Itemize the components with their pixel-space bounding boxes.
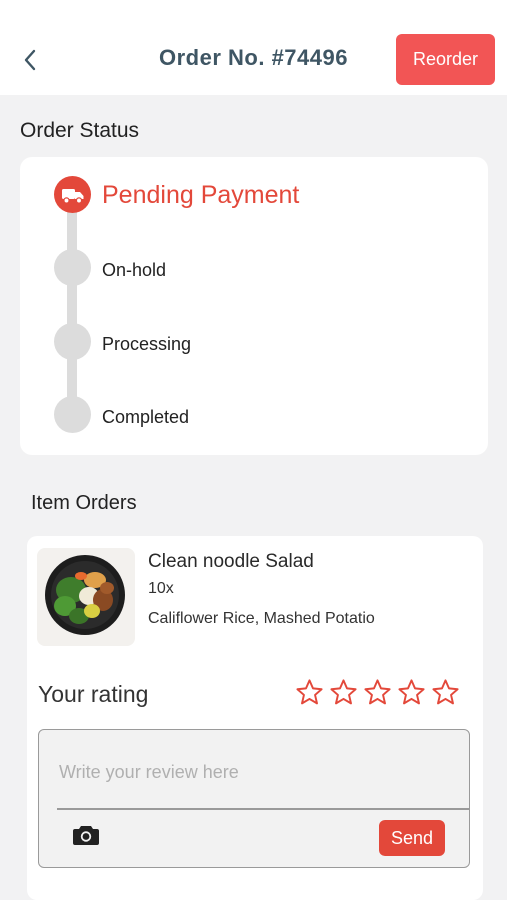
truck-icon [61, 188, 83, 204]
review-divider [57, 808, 469, 810]
app-header: Order No. #74496 Reorder [0, 0, 507, 95]
star-rating [295, 678, 460, 707]
rating-label: Your rating [38, 681, 149, 707]
star-icon[interactable] [329, 678, 358, 707]
item-options: Califlower Rice, Mashed Potatio [148, 610, 375, 627]
star-icon[interactable] [397, 678, 426, 707]
step-on-hold-indicator [54, 249, 91, 286]
order-status-card: Pending Payment On-hold Processing Compl… [20, 157, 488, 455]
timeline-line [67, 197, 77, 417]
food-image [37, 548, 135, 646]
step-pending-payment-label: Pending Payment [102, 181, 300, 209]
camera-button[interactable] [72, 823, 100, 847]
item-quantity: 10x [148, 580, 174, 597]
step-completed-label: Completed [102, 407, 190, 427]
star-icon[interactable] [431, 678, 460, 707]
review-box: Send [38, 729, 470, 868]
step-on-hold-label: On-hold [102, 260, 167, 280]
star-icon[interactable] [295, 678, 324, 707]
item-orders-heading: Item Orders [31, 492, 137, 514]
item-order-card: Clean noodle Salad 10x Califlower Rice, … [27, 536, 483, 900]
step-processing-indicator [54, 323, 91, 360]
star-icon[interactable] [363, 678, 392, 707]
step-processing-label: Processing [102, 334, 192, 354]
item-name: Clean noodle Salad [148, 551, 314, 572]
order-status-heading: Order Status [20, 119, 140, 142]
review-input[interactable] [59, 752, 449, 792]
step-completed-indicator [54, 396, 91, 433]
reorder-button[interactable]: Reorder [396, 34, 495, 85]
step-pending-payment-indicator [54, 176, 91, 213]
send-button[interactable]: Send [379, 820, 445, 856]
camera-icon [73, 826, 99, 845]
